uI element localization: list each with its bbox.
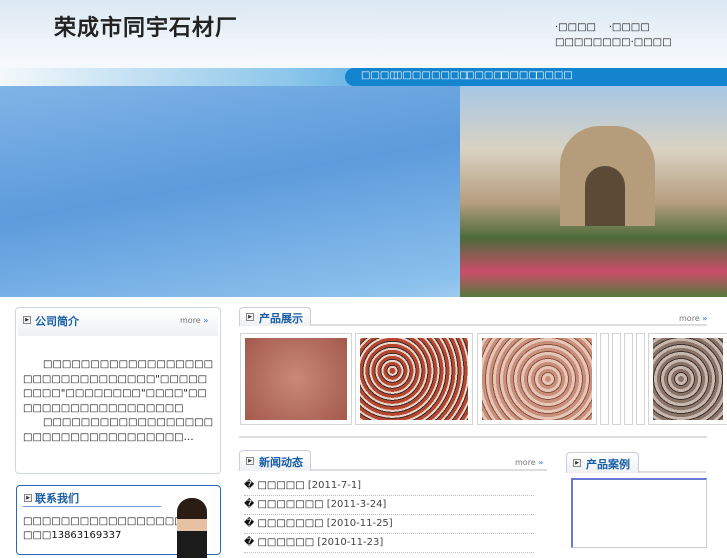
header: 荣成市同宇石材厂 ·□□□□ ·□□□□ □□□□□□□□·□□□□	[0, 0, 727, 68]
top-link[interactable]: ·□□□□	[555, 22, 596, 33]
top-link[interactable]: ·□□□□	[609, 22, 650, 33]
nav-pill: □□□□ □□□□ □□□□ □□□□ □□□□ □□□□	[345, 68, 727, 86]
product-thumb[interactable]	[240, 333, 352, 425]
news-title: 新闻动态	[259, 456, 303, 469]
contact-line: □□□□□□□□□□□□□□□□□	[23, 516, 184, 527]
product-thumb[interactable]	[612, 333, 621, 425]
nav-item[interactable]: □□□□	[535, 70, 573, 81]
news-item[interactable]: � □□□□□□□ [2010-11-25]	[244, 515, 534, 534]
nav-item[interactable]: □□□□	[500, 70, 538, 81]
news-item-title[interactable]: □□□□□□□	[257, 499, 323, 510]
product-thumb[interactable]	[636, 333, 645, 425]
contact-phone: □□□13863169337	[23, 530, 122, 541]
building-photo	[460, 86, 727, 297]
products-tab: ▶ 产品展示	[239, 307, 311, 326]
gate-door	[585, 166, 625, 226]
product-thumb[interactable]	[624, 333, 633, 425]
nav-bar: □□□□ □□□□ □□□□ □□□□ □□□□ □□□□	[0, 68, 727, 86]
more-label: more	[515, 458, 536, 467]
cases-title: 产品案例	[586, 458, 630, 471]
contact-title: 联系我们	[35, 492, 79, 505]
double-chevron-icon: »	[203, 316, 209, 325]
top-text: □□□□□□□□·□□□□	[555, 37, 672, 48]
arrow-icon: ▶	[573, 459, 581, 467]
divider	[23, 506, 161, 507]
banner-image	[0, 86, 727, 297]
product-thumb[interactable]	[355, 333, 473, 425]
cases-frame	[571, 478, 707, 548]
news-item[interactable]: � □□□□□□ [2010-11-23]	[244, 534, 534, 553]
news-more-link[interactable]: more »	[515, 458, 543, 467]
products-title: 产品展示	[259, 312, 303, 325]
arrow-icon: ▶	[246, 457, 254, 465]
product-image	[653, 338, 723, 420]
news-item[interactable]: � □□□□□ [2011-7-1]	[244, 477, 534, 496]
contact-person-photo	[177, 498, 207, 558]
news-item-date: [2011-7-1]	[307, 480, 362, 491]
intro-paragraph: □□□□□□□□□□□□□□□□□□□□□□□□□□□□□□□□□□□…	[23, 417, 214, 443]
news-item[interactable]: � □□□□□□□ [2011-3-24]	[244, 496, 534, 515]
arrow-icon: ▶	[246, 313, 254, 321]
top-links: ·□□□□ ·□□□□ □□□□□□□□·□□□□	[555, 20, 672, 50]
news-item-title[interactable]: □□□□□□□	[257, 518, 323, 529]
nav-item[interactable]: □□□□	[393, 70, 431, 81]
product-image	[482, 338, 592, 420]
intro-panel: ▶ 公司简介 more » □□□□□□□□□□□□□□□□□□□□□□□□□□…	[15, 307, 221, 474]
bullet-icon: �	[244, 499, 255, 510]
more-label: more	[180, 316, 201, 325]
intro-text: □□□□□□□□□□□□□□□□□□□□□□□□□□□□□□□□"□□□□□□□…	[23, 358, 215, 445]
news-item-title[interactable]: □□□□□□	[257, 537, 314, 548]
product-image	[360, 338, 468, 420]
news-item-date: [2010-11-25]	[326, 518, 393, 529]
double-chevron-icon: »	[538, 458, 544, 467]
arrow-icon: ▶	[24, 494, 32, 502]
products-more-link[interactable]: more »	[679, 314, 707, 323]
product-thumb[interactable]	[648, 333, 727, 425]
bullet-icon: �	[244, 480, 255, 491]
nav-item[interactable]: □□□□	[431, 70, 469, 81]
double-chevron-icon: »	[702, 314, 708, 323]
arrow-icon: ▶	[23, 316, 31, 324]
intro-more-link[interactable]: more »	[180, 316, 208, 325]
news-item-title[interactable]: □□□□□	[257, 480, 304, 491]
news-tab: ▶ 新闻动态	[239, 450, 311, 471]
bullet-icon: �	[244, 537, 255, 548]
news-item-date: [2011-3-24]	[326, 499, 387, 510]
cases-tab: ▶ 产品案例	[566, 452, 639, 473]
intro-title: 公司简介	[35, 315, 79, 328]
nav-item[interactable]: □□□□	[465, 70, 503, 81]
intro-paragraph: □□□□□□□□□□□□□□□□□□□□□□□□□□□□□□□□"□□□□□□□…	[23, 359, 214, 414]
divider	[239, 436, 707, 438]
product-thumb[interactable]	[477, 333, 597, 425]
product-image	[245, 338, 347, 420]
news-item-date: [2010-11-23]	[317, 537, 384, 548]
more-label: more	[679, 314, 700, 323]
product-thumb[interactable]	[600, 333, 609, 425]
bullet-icon: �	[244, 518, 255, 529]
site-logo[interactable]: 荣成市同宇石材厂	[54, 10, 238, 42]
